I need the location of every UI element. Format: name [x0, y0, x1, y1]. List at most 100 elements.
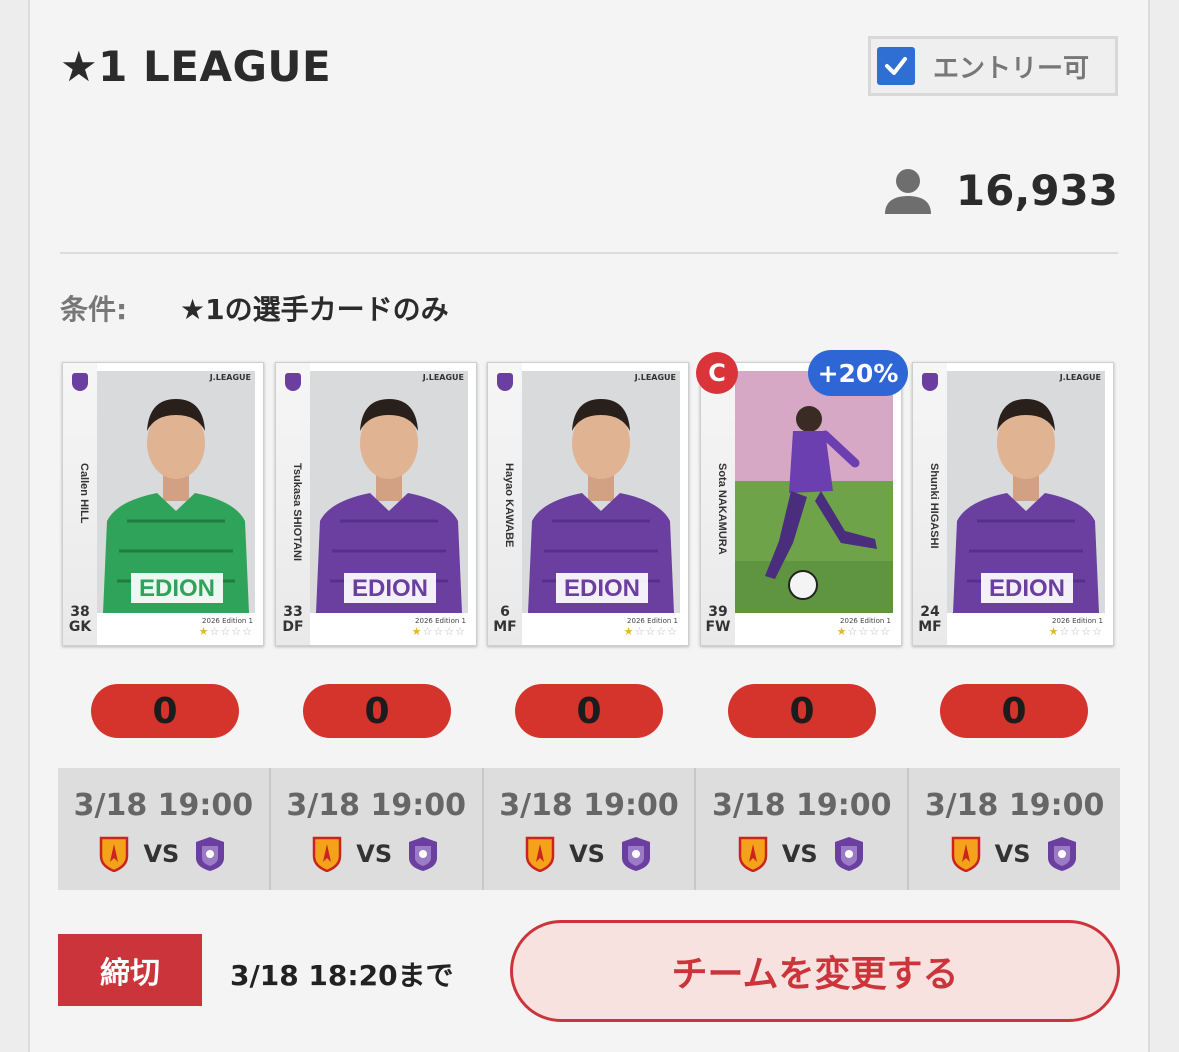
- captain-badge: C: [696, 352, 738, 394]
- match-cell: 3/18 19:00 VS: [694, 768, 907, 890]
- player-position: GK: [68, 619, 92, 635]
- rarity-stars: ★☆☆☆☆: [1049, 625, 1103, 638]
- card-edition: 2026 Edition 1: [202, 617, 253, 625]
- star-empty: ☆☆☆☆: [209, 625, 253, 638]
- match-cell: 3/18 19:00 VS: [268, 768, 482, 890]
- divider: [60, 252, 1118, 254]
- league-title: ★1 LEAGUE: [60, 42, 332, 91]
- svg-text:EDION: EDION: [139, 575, 215, 602]
- match-cell: 3/18 19:00 VS: [481, 768, 695, 890]
- hiroshima-crest-icon: [409, 837, 438, 871]
- jleague-logo: J.LEAGUE: [422, 373, 464, 382]
- hiroshima-crest-icon: [1047, 837, 1076, 871]
- nagoya-crest-icon: [738, 836, 768, 872]
- player-score: 0: [515, 684, 663, 738]
- card-edition: 2026 Edition 1: [840, 617, 891, 625]
- player-number-position: 6 MF: [488, 605, 522, 635]
- player-photo: EDION: [310, 371, 468, 613]
- player-number: 38: [70, 604, 90, 620]
- player-number-position: 39 FW: [701, 605, 735, 635]
- person-icon: [884, 168, 931, 214]
- player-score: 0: [91, 684, 239, 738]
- match-cell: 3/18 19:00 VS: [58, 768, 269, 890]
- vs-label: VS: [994, 840, 1031, 868]
- match-teams: VS: [696, 836, 907, 872]
- star-empty: ☆☆☆☆: [422, 625, 466, 638]
- player-position: MF: [493, 619, 517, 635]
- rarity-stars: ★☆☆☆☆: [837, 625, 891, 638]
- star-filled: ★: [411, 625, 423, 638]
- match-time: 3/18 19:00: [712, 788, 892, 823]
- match-time: 3/18 19:00: [499, 788, 679, 823]
- match-time: 3/18 19:00: [924, 788, 1105, 823]
- card-edition: 2026 Edition 1: [627, 617, 678, 625]
- club-crest-icon: [922, 373, 938, 391]
- player-number-position: 24 MF: [913, 605, 947, 635]
- condition-value: ★1の選手カードのみ: [180, 293, 449, 326]
- jleague-logo: J.LEAGUE: [634, 373, 676, 382]
- vs-label: VS: [143, 840, 180, 868]
- match-cell: 3/18 19:00 VS: [907, 768, 1120, 890]
- club-crest-icon: [285, 373, 301, 391]
- checkmark-icon: [885, 57, 907, 75]
- star-filled: ★: [1048, 625, 1060, 638]
- nagoya-crest-icon: [100, 836, 129, 872]
- player-number: 39: [708, 604, 728, 620]
- hiroshima-crest-icon: [621, 837, 650, 871]
- player-name: Callen HILL: [78, 463, 90, 524]
- player-card[interactable]: Hayao KAWABE 6 MF EDION J.LEAGUE 2026 Edi…: [487, 362, 689, 646]
- rarity-stars: ★☆☆☆☆: [412, 625, 466, 638]
- match-time: 3/18 19:00: [73, 788, 254, 823]
- player-number-position: 38 GK: [63, 605, 97, 635]
- player-number: 6: [500, 604, 510, 620]
- player-position: DF: [282, 619, 304, 635]
- player-number: 24: [920, 604, 940, 620]
- player-card[interactable]: Sota NAKAMURA 39 FW 2026 Edition 1 ★☆☆☆☆: [700, 362, 902, 646]
- player-score: 0: [940, 684, 1088, 738]
- card-edition: 2026 Edition 1: [415, 617, 466, 625]
- player-photo: EDION: [522, 371, 680, 613]
- entry-checkbox[interactable]: [877, 47, 915, 85]
- nagoya-crest-icon: [525, 836, 555, 872]
- player-photo: EDION: [947, 371, 1105, 613]
- player-score: 0: [303, 684, 451, 738]
- match-teams: VS: [484, 836, 695, 872]
- match-teams: VS: [58, 836, 269, 872]
- deadline-tag: 締切: [58, 934, 202, 1006]
- match-time: 3/18 19:00: [286, 788, 466, 823]
- star-empty: ☆☆☆☆: [1059, 625, 1103, 638]
- player-photo: EDION: [97, 371, 255, 613]
- vs-label: VS: [781, 840, 818, 868]
- player-number-position: 33 DF: [276, 605, 310, 635]
- condition-label: 条件:: [60, 293, 128, 326]
- match-schedule: 3/18 19:00 VS 3/18 19:00 VS 3/18 19:00 V…: [58, 768, 1120, 890]
- star-empty: ☆☆☆☆: [634, 625, 678, 638]
- hiroshima-crest-icon: [834, 837, 863, 871]
- player-number: 33: [283, 604, 303, 620]
- deadline-text: 3/18 18:20まで: [230, 959, 454, 992]
- vs-label: VS: [356, 840, 393, 868]
- entry-label: エントリー可: [933, 53, 1090, 84]
- card-edition: 2026 Edition 1: [1052, 617, 1103, 625]
- match-teams: VS: [909, 836, 1120, 872]
- player-position: MF: [918, 619, 942, 635]
- entry-status[interactable]: エントリー可: [868, 36, 1118, 96]
- player-photo: [735, 371, 893, 613]
- star-empty: ☆☆☆☆: [847, 625, 891, 638]
- player-name: Sota NAKAMURA: [716, 463, 728, 555]
- player-card[interactable]: Callen HILL 38 GK EDION J.LEAGUE 2026 Edi…: [62, 362, 264, 646]
- participant-count-value: 16,933: [955, 166, 1118, 215]
- svg-text:EDION: EDION: [352, 575, 428, 602]
- star-filled: ★: [623, 625, 635, 638]
- jleague-logo: J.LEAGUE: [1059, 373, 1101, 382]
- vs-label: VS: [569, 840, 605, 868]
- club-crest-icon: [72, 373, 88, 391]
- club-crest-icon: [497, 373, 513, 391]
- player-card[interactable]: Shunki HIGASHI 24 MF EDION J.LEAGUE 2026 …: [912, 362, 1114, 646]
- star-filled: ★: [836, 625, 848, 638]
- player-name: Hayao KAWABE: [503, 463, 515, 548]
- player-card[interactable]: Tsukasa SHIOTANI 33 DF EDION J.LEAGUE 202…: [275, 362, 477, 646]
- player-name: Tsukasa SHIOTANI: [291, 463, 303, 562]
- change-team-button[interactable]: チームを変更する: [510, 920, 1120, 1022]
- star-filled: ★: [198, 625, 210, 638]
